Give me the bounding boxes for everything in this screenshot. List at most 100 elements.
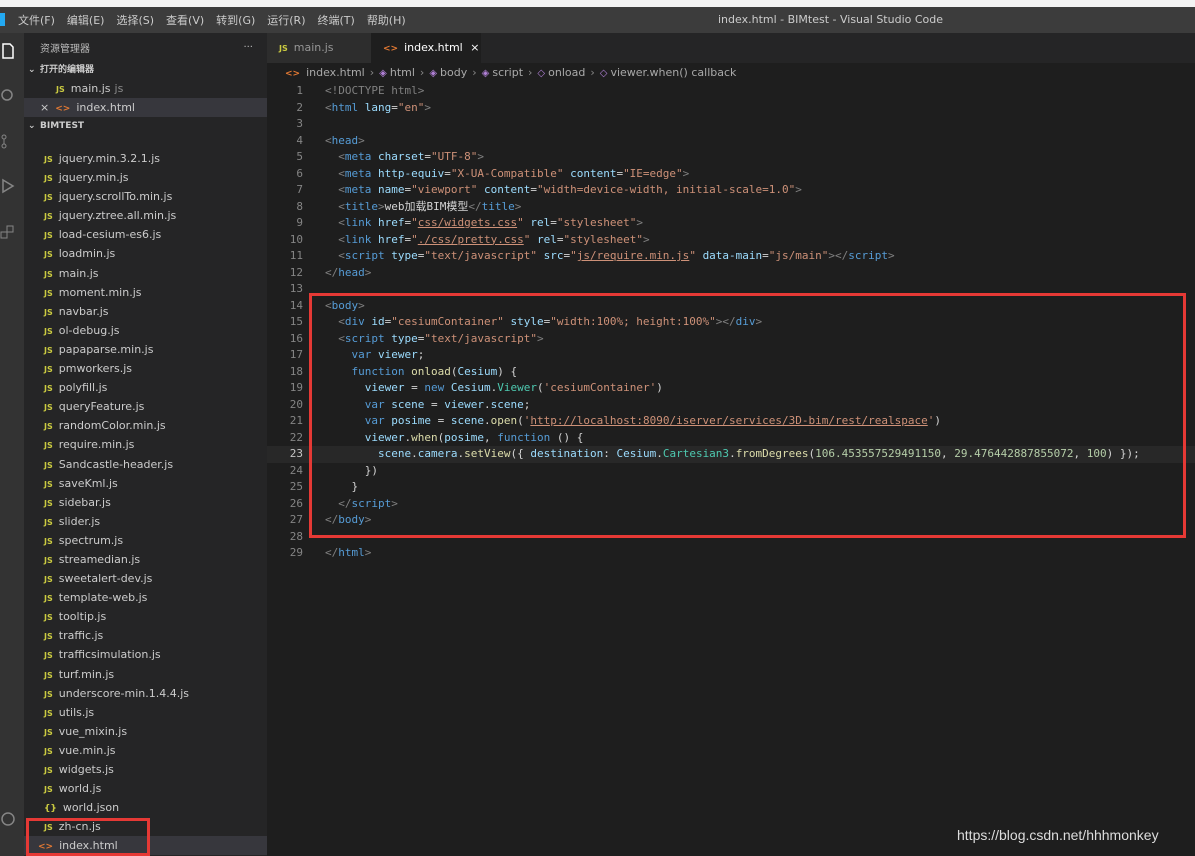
run-debug-icon[interactable] — [0, 178, 16, 194]
open-editor-label: index.html — [76, 101, 135, 114]
file-item[interactable]: JS underscore-min.1.4.4.js — [24, 684, 267, 703]
file-item[interactable]: {} world.json — [24, 798, 267, 817]
account-icon[interactable] — [0, 811, 16, 827]
open-editor-main-js[interactable]: JS main.js js — [24, 79, 267, 98]
file-item[interactable]: JS moment.min.js — [24, 283, 267, 302]
file-item[interactable]: JS jquery.min.js — [24, 168, 267, 187]
file-label: vue.min.js — [58, 743, 116, 757]
menu-edit[interactable]: 编辑(E) — [67, 12, 105, 28]
js-file-icon: JS — [44, 670, 53, 680]
js-file-icon: JS — [44, 403, 53, 413]
file-item[interactable]: JS tooltip.js — [24, 607, 267, 626]
link-href[interactable]: css/widgets.css — [418, 216, 517, 229]
file-item[interactable]: JS spectrum.js — [24, 531, 267, 550]
file-item[interactable]: JS papaparse.min.js — [24, 340, 267, 359]
attr-value: "js/main" — [768, 249, 829, 262]
search-icon[interactable] — [0, 88, 16, 104]
extensions-icon[interactable] — [0, 225, 16, 241]
code-text: <link href="css/widgets.css" rel="styles… — [338, 216, 643, 229]
file-item[interactable]: JS queryFeature.js — [24, 397, 267, 416]
menu-run[interactable]: 运行(R) — [267, 12, 305, 28]
attr-value: "UTF-8" — [430, 150, 478, 163]
explorer-icon[interactable] — [0, 43, 16, 59]
breadcrumb-item[interactable]: index.html — [306, 66, 365, 79]
js-file-icon: JS — [44, 460, 53, 470]
js-file-icon: JS — [44, 498, 53, 508]
file-item[interactable]: JS utils.js — [24, 703, 267, 722]
breadcrumb-item[interactable]: html — [390, 66, 415, 79]
source-control-icon[interactable] — [0, 133, 16, 149]
chevron-right-icon: › — [590, 66, 595, 79]
file-item[interactable]: JS sweetalert-dev.js — [24, 569, 267, 588]
highlight-box-body — [309, 293, 1186, 538]
file-item[interactable]: JS randomColor.min.js — [24, 416, 267, 435]
more-actions-icon[interactable]: ··· — [243, 42, 253, 53]
tab-close-icon[interactable]: × — [470, 41, 479, 54]
file-item[interactable]: JS vue.min.js — [24, 741, 267, 760]
file-item[interactable]: JS vue_mixin.js — [24, 722, 267, 741]
file-label: slider.js — [58, 514, 101, 528]
file-item[interactable]: JS Sandcastle-header.js — [24, 455, 267, 474]
breadcrumb-item[interactable]: viewer.when() callback — [610, 66, 736, 79]
file-item[interactable]: JS loadmin.js — [24, 244, 267, 263]
line-number: 15 — [289, 315, 303, 328]
tab-index-html[interactable]: <> index.html × — [371, 33, 481, 63]
menu-terminal[interactable]: 终端(T) — [318, 12, 355, 28]
menu-view[interactable]: 查看(V) — [166, 12, 204, 28]
line-number: 13 — [289, 282, 303, 295]
line-number: 19 — [289, 381, 303, 394]
script-src[interactable]: js/require.min.js — [577, 249, 690, 262]
folder-section[interactable]: ⌄ BIMTEST — [24, 117, 267, 135]
file-item[interactable]: JS trafficsimulation.js — [24, 645, 267, 664]
file-item[interactable]: JS main.js — [24, 264, 267, 283]
breadcrumb-item[interactable]: script — [492, 66, 523, 79]
file-item[interactable]: JS traffic.js — [24, 626, 267, 645]
file-item[interactable]: JS turf.min.js — [24, 665, 267, 684]
js-file-icon: JS — [44, 250, 53, 260]
open-editors-label: 打开的编辑器 — [40, 65, 95, 75]
js-file-icon: JS — [44, 632, 53, 642]
code-text: <meta http-equiv="X-UA-Compatible" conte… — [338, 166, 690, 180]
breadcrumb-item[interactable]: onload — [548, 66, 585, 79]
code-text: <!DOCTYPE html> — [325, 83, 424, 100]
file-item[interactable]: JS jquery.scrollTo.min.js — [24, 187, 267, 206]
open-editor-index-html[interactable]: × <> index.html — [24, 98, 267, 117]
tab-main-js[interactable]: JS main.js — [267, 33, 373, 63]
js-file-icon: JS — [44, 365, 53, 375]
file-label: world.json — [62, 801, 120, 815]
line-number: 12 — [289, 265, 303, 279]
file-item[interactable]: JS pmworkers.js — [24, 359, 267, 378]
breadcrumb-item[interactable]: body — [440, 66, 467, 79]
editor-tabs: JS main.js <> index.html × — [267, 33, 1195, 63]
file-item[interactable]: JS jquery.ztree.all.min.js — [24, 206, 267, 225]
file-item[interactable]: JS polyfill.js — [24, 378, 267, 397]
file-item[interactable]: JS ol-debug.js — [24, 321, 267, 340]
file-item[interactable]: JS slider.js — [24, 512, 267, 531]
menu-help[interactable]: 帮助(H) — [367, 12, 406, 28]
js-file-icon: JS — [44, 174, 53, 184]
link-href[interactable]: ./css/pretty.css — [418, 233, 524, 246]
file-item[interactable]: JS saveKml.js — [24, 474, 267, 493]
file-item[interactable]: JS world.js — [24, 779, 267, 798]
file-item[interactable]: JS sidebar.js — [24, 493, 267, 512]
file-item[interactable]: JS require.min.js — [24, 435, 267, 454]
file-label: papaparse.min.js — [58, 342, 154, 356]
menu-go[interactable]: 转到(G) — [216, 12, 255, 28]
attr-value: "text/javascript" — [424, 249, 537, 262]
line-number: 9 — [296, 216, 303, 229]
menu-file[interactable]: 文件(F) — [18, 12, 55, 28]
menu-selection[interactable]: 选择(S) — [116, 12, 154, 28]
file-label: turf.min.js — [58, 667, 115, 681]
file-item[interactable]: JS navbar.js — [24, 302, 267, 321]
line-number: 5 — [296, 150, 303, 163]
file-label: tooltip.js — [58, 610, 107, 624]
file-item[interactable]: JS streamedian.js — [24, 550, 267, 569]
html-file-icon: <> — [285, 69, 301, 79]
file-item[interactable]: JS template-web.js — [24, 588, 267, 607]
file-item[interactable]: JS jquery.min.3.2.1.js — [24, 149, 267, 168]
open-editors-section[interactable]: ⌄ 打开的编辑器 — [24, 61, 267, 79]
highlight-box-index-file — [26, 818, 150, 856]
file-item[interactable]: JS widgets.js — [24, 760, 267, 779]
file-item[interactable]: JS load-cesium-es6.js — [24, 225, 267, 244]
close-icon[interactable]: × — [40, 101, 49, 114]
